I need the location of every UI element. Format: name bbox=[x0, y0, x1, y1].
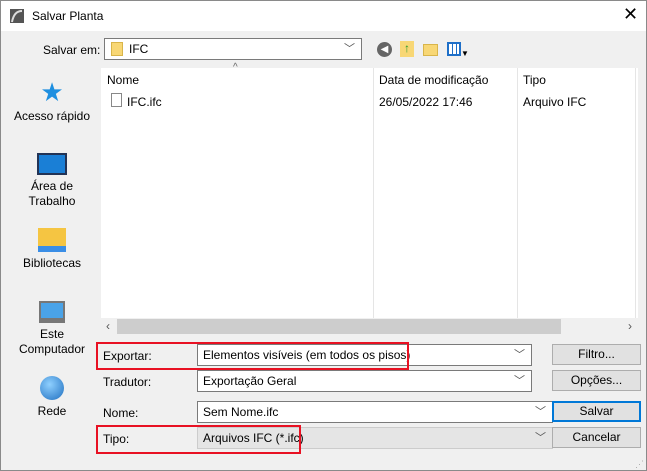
sidebar-item-network[interactable]: Rede bbox=[7, 376, 97, 419]
chevron-down-icon: ﹀ bbox=[344, 43, 355, 55]
folder-icon bbox=[111, 42, 123, 56]
library-folder-icon bbox=[38, 228, 66, 252]
computer-icon bbox=[39, 301, 65, 323]
scroll-right-icon[interactable]: › bbox=[628, 319, 632, 333]
translator-combo[interactable]: Exportação Geral ﹀ bbox=[197, 370, 532, 392]
chevron-down-icon: ﹀ bbox=[535, 432, 546, 444]
cancel-button[interactable]: Cancelar bbox=[552, 427, 641, 448]
column-divider bbox=[635, 68, 636, 318]
title-bar: Salvar Planta ✕ bbox=[1, 1, 646, 31]
desktop-icon bbox=[37, 153, 67, 175]
sidebar-item-desktop[interactable]: Área de Trabalho bbox=[7, 153, 97, 209]
sidebar-item-label: Este Computador bbox=[18, 327, 86, 356]
column-header-name[interactable]: Nome bbox=[107, 73, 139, 87]
file-date: 26/05/2022 17:46 bbox=[379, 95, 473, 109]
sidebar-item-label: Bibliotecas bbox=[22, 256, 82, 270]
translator-label: Tradutor: bbox=[103, 375, 152, 389]
save-in-label: Salvar em: bbox=[43, 43, 101, 57]
highlight-box-export bbox=[96, 342, 409, 370]
name-input[interactable]: Sem Nome.ifc ﹀ bbox=[197, 401, 553, 423]
options-button[interactable]: Opções... bbox=[552, 370, 641, 391]
filter-button[interactable]: Filtro... bbox=[552, 344, 641, 365]
save-dialog: Salvar Planta ✕ Salvar em: IFC ﹀ ◀ ↑ ▼ ★… bbox=[0, 0, 647, 471]
highlight-box-type bbox=[96, 425, 301, 454]
view-menu-icon[interactable]: ▼ bbox=[447, 42, 471, 58]
file-list[interactable]: ^ Nome Data de modificação Tipo IFC.ifc … bbox=[101, 62, 638, 336]
chevron-down-icon[interactable]: ﹀ bbox=[535, 402, 546, 422]
name-value: Sem Nome.ifc bbox=[203, 405, 279, 419]
close-icon[interactable]: ✕ bbox=[623, 4, 638, 25]
resize-grip-icon[interactable]: ⋰ bbox=[635, 459, 644, 470]
chevron-down-icon: ﹀ bbox=[514, 349, 525, 361]
save-button[interactable]: Salvar bbox=[552, 401, 641, 422]
column-header-date[interactable]: Data de modificação bbox=[379, 73, 488, 87]
file-name: IFC.ifc bbox=[127, 95, 162, 109]
sort-ascending-icon: ^ bbox=[233, 62, 238, 73]
star-icon: ★ bbox=[40, 77, 64, 107]
back-icon[interactable]: ◀ bbox=[377, 42, 392, 57]
scroll-left-icon[interactable]: ‹ bbox=[106, 319, 110, 333]
chevron-down-icon: ﹀ bbox=[514, 375, 525, 387]
new-folder-icon[interactable] bbox=[423, 44, 438, 56]
save-in-value: IFC bbox=[129, 42, 149, 56]
column-header-type[interactable]: Tipo bbox=[523, 73, 546, 87]
table-row[interactable]: IFC.ifc 26/05/2022 17:46 Arquivo IFC bbox=[101, 91, 635, 111]
sidebar-item-label: Rede bbox=[37, 404, 67, 418]
translator-value: Exportação Geral bbox=[203, 374, 297, 388]
dialog-title: Salvar Planta bbox=[32, 9, 104, 23]
file-icon bbox=[111, 93, 122, 107]
scrollbar-thumb[interactable] bbox=[117, 319, 561, 334]
sidebar-item-libraries[interactable]: Bibliotecas bbox=[7, 228, 97, 271]
horizontal-scrollbar[interactable]: ‹ › bbox=[101, 318, 638, 336]
sidebar-item-label: Acesso rápido bbox=[13, 109, 91, 123]
file-type: Arquivo IFC bbox=[523, 95, 587, 109]
save-in-combo[interactable]: IFC ﹀ bbox=[104, 38, 362, 60]
network-icon bbox=[40, 376, 64, 400]
sidebar-item-label: Área de Trabalho bbox=[28, 179, 76, 208]
sidebar-item-quick-access[interactable]: ★ Acesso rápido bbox=[7, 79, 97, 124]
up-folder-icon[interactable]: ↑ bbox=[400, 41, 414, 57]
sidebar-item-computer[interactable]: Este Computador bbox=[7, 301, 97, 357]
name-label: Nome: bbox=[103, 406, 139, 420]
app-icon bbox=[10, 9, 24, 23]
